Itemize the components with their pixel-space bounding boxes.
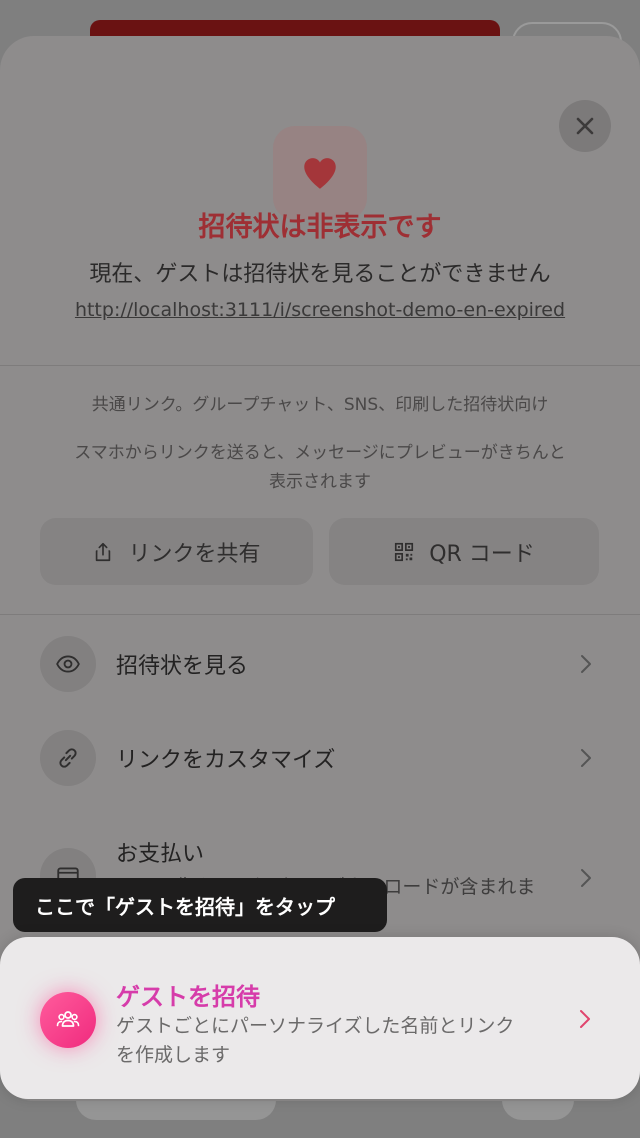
invite-guests-title: ゲストを招待 <box>116 983 260 1011</box>
chevron-right-icon <box>580 1010 590 1028</box>
share-link-button[interactable]: リンクを共有 <box>40 518 313 585</box>
link-icon-wrap <box>40 730 96 786</box>
divider <box>0 365 640 366</box>
invite-desc-line2: を作成します <box>116 1044 231 1066</box>
close-icon <box>576 117 594 135</box>
share-description: 共通リンク。グループチャット、SNS、印刷した招待状向け <box>91 395 549 415</box>
invitation-url[interactable]: http://localhost:3111/i/screenshot-demo-… <box>0 299 640 321</box>
divider <box>0 614 640 615</box>
chevron-right-icon <box>581 655 591 673</box>
status-title: 招待状は非表示です <box>198 212 442 243</box>
heart-icon <box>304 158 336 189</box>
invite-desc-line1: ゲストごとにパーソナライズした名前とリンク <box>116 1015 515 1037</box>
menu-item-customize-link[interactable]: リンクをカスタマイズ <box>40 728 600 788</box>
qr-code-label: QR コード <box>429 541 535 567</box>
eye-icon <box>56 655 80 673</box>
chevron-right-icon <box>581 869 591 887</box>
qr-code-icon <box>395 542 414 561</box>
tooltip-text: ここで「ゲストを招待」をタップ <box>35 894 335 919</box>
menu-item-view-invitation[interactable]: 招待状を見る <box>40 634 600 694</box>
payment-title: お支払い <box>116 842 205 867</box>
status-subtitle: 現在、ゲストは招待状を見ることができません <box>89 262 551 287</box>
menu-item-label: リンクをカスタマイズ <box>116 748 336 773</box>
onboarding-tooltip: ここで「ゲストを招待」をタップ <box>13 878 387 932</box>
invite-guests-description: ゲストごとにパーソナライズした名前とリンク を作成します <box>116 1012 556 1070</box>
link-icon <box>59 748 77 768</box>
people-icon <box>56 1011 80 1027</box>
people-icon-wrap <box>40 992 96 1048</box>
close-button[interactable] <box>559 100 611 152</box>
share-preview-note-line2: 表示されます <box>269 472 371 492</box>
share-link-label: リンクを共有 <box>128 541 261 567</box>
share-icon <box>96 542 111 561</box>
share-preview-note-line1: スマホからリンクを送ると、メッセージにプレビューがきちんと <box>74 443 566 463</box>
eye-icon-wrap <box>40 636 96 692</box>
invite-guests-card[interactable]: ゲストを招待 ゲストごとにパーソナライズした名前とリンク を作成します <box>0 937 640 1099</box>
menu-item-label: 招待状を見る <box>116 654 249 679</box>
chevron-right-icon <box>581 749 591 767</box>
invitation-url-text[interactable]: http://localhost:3111/i/screenshot-demo-… <box>75 299 565 321</box>
qr-code-button[interactable]: QR コード <box>329 518 599 585</box>
